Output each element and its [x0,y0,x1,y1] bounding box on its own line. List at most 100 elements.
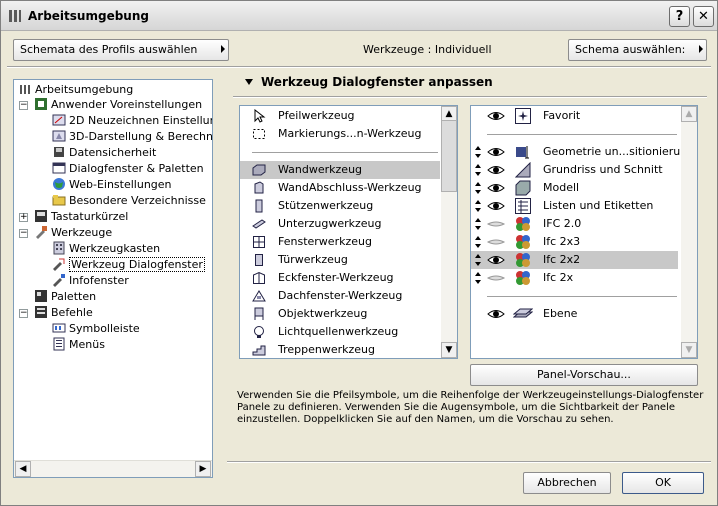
panel-item-floorplan[interactable]: Grundriss und Schnitt [471,161,678,179]
panel-item-ifc-20[interactable]: IFC 2.0 [471,215,678,233]
object-icon [252,307,266,321]
panel-item-layer[interactable]: Ebene [471,305,678,323]
eye-icon[interactable] [487,164,505,176]
collapse-toggle[interactable]: − [19,101,28,110]
tree-item-data-safety[interactable]: Datensicherheit [52,145,156,161]
panel-list[interactable]: Favorit Geometrie un...sitionierung Grun… [470,105,698,359]
panel-item-geometry[interactable]: Geometrie un...sitionierung [471,143,694,161]
help-button[interactable]: ? [669,6,690,27]
reorder-arrows-icon[interactable] [474,199,482,213]
reorder-arrows-icon[interactable] [474,163,482,177]
tool-list[interactable]: Pfeilwerkzeug Markierungs...n-Werkzeug W… [239,105,458,359]
reorder-arrows-icon[interactable] [474,145,482,159]
keyboard-icon [34,209,48,223]
collapse-toggle[interactable]: − [19,229,28,238]
close-button[interactable]: ✕ [693,6,714,27]
tool-item-wall-end[interactable]: WandAbschluss-Werkzeug [240,179,440,197]
palette-icon [34,289,48,303]
tree-item-shortcuts[interactable]: Tastaturkürzel [34,209,128,225]
tool-item-marquee[interactable]: Markierungs...n-Werkzeug [240,125,440,143]
tool-item-wall[interactable]: Wandwerkzeug [240,161,440,179]
divider [227,461,711,463]
globe-icon [52,177,66,191]
reorder-arrows-icon[interactable] [474,181,482,195]
tree-item-info[interactable]: Infofenster [52,273,129,289]
panel-item-ifc-2x[interactable]: Ifc 2x [471,269,678,287]
eye-closed-icon[interactable] [486,272,506,284]
eye-icon[interactable] [487,200,505,212]
tree-item-toolbox[interactable]: Werkzeugkasten [52,241,160,257]
eye-icon[interactable] [487,110,505,122]
tree-item-tools[interactable]: Werkzeuge [34,225,112,241]
tool-item-object[interactable]: Objektwerkzeug [240,305,440,323]
tool-item-column[interactable]: Stützenwerkzeug [240,197,440,215]
folder-icon [52,193,66,207]
tool-item-corner-window[interactable]: Eckfenster-Werkzeug [240,269,440,287]
tree-item-dialogs[interactable]: Dialogfenster & Paletten [52,161,204,177]
scroll-down-button[interactable]: ▼ [681,342,697,358]
tool-item-stair[interactable]: Treppenwerkzeug [240,341,440,358]
tool-dialog-icon [52,257,66,271]
panel-item-ifc-2x2[interactable]: Ifc 2x2 [471,251,678,269]
panel-item-favorite[interactable]: Favorit [471,107,678,125]
tool-item-arrow[interactable]: Pfeilwerkzeug [240,107,440,125]
eye-icon[interactable] [487,182,505,194]
tool-item-beam[interactable]: Unterzugwerkzeug [240,215,440,233]
reorder-arrows-icon[interactable] [474,235,482,249]
chevron-right-icon [699,45,703,53]
tool-item-door[interactable]: Türwerkzeug [240,251,440,269]
section-header[interactable]: Werkzeug Dialogfenster anpassen [231,71,707,95]
tree-item-toolbar[interactable]: Symbolleiste [52,321,140,337]
tree-item-workspace[interactable]: Arbeitsumgebung [18,82,133,98]
cancel-button[interactable]: Abbrechen [523,472,611,494]
schema-profile-label: Schemata des Profils auswählen [20,43,198,56]
floorplan-icon [514,161,531,178]
settings-tree[interactable]: Arbeitsumgebung − Anwender Voreinstellun… [13,79,213,478]
ok-button[interactable]: OK [622,472,704,494]
tree-item-redraw[interactable]: 2D Neuzeichnen Einstellungen [52,113,212,129]
reorder-arrows-icon[interactable] [474,253,482,267]
menu-icon [52,337,66,351]
tree-item-folders[interactable]: Besondere Verzeichnisse [52,193,206,209]
tree-item-3d[interactable]: 3D-Darstellung & Berechnung [52,129,212,145]
panel-item-ifc-2x3[interactable]: Ifc 2x3 [471,233,678,251]
tree-item-palettes[interactable]: Paletten [34,289,96,305]
panel-item-model[interactable]: Modell [471,179,678,197]
eye-icon[interactable] [487,254,505,266]
eye-closed-icon[interactable] [486,236,506,248]
tree-item-user-prefs[interactable]: Anwender Voreinstellungen [34,97,202,113]
info-icon [52,273,66,287]
scroll-up-button[interactable]: ▲ [681,106,697,122]
divider [487,296,677,297]
reorder-arrows-icon[interactable] [474,217,482,231]
tree-item-menus[interactable]: Menüs [52,337,105,353]
collapse-toggle[interactable]: − [19,309,28,318]
scroll-right-button[interactable]: ▶ [195,461,211,477]
tool-list-scrollbar[interactable]: ▲ ▼ [441,106,457,358]
workspace-icon [18,82,32,96]
tool-item-window[interactable]: Fensterwerkzeug [240,233,440,251]
schema-profile-button[interactable]: Schemata des Profils auswählen [13,39,229,61]
eye-closed-icon[interactable] [486,218,506,230]
scroll-thumb[interactable] [441,120,457,192]
user-prefs-icon [34,97,48,111]
skylight-icon [252,289,266,303]
panel-list-scrollbar[interactable]: ▲ ▼ [681,106,697,358]
expand-toggle[interactable]: + [19,213,28,222]
commands-icon [34,305,48,319]
panel-preview-button[interactable]: Panel-Vorschau... [470,364,698,386]
tree-item-commands[interactable]: Befehle [34,305,93,321]
stair-icon [252,343,266,357]
tree-horizontal-scrollbar[interactable]: ◀ ▶ [14,460,212,477]
eye-icon[interactable] [487,146,505,158]
tool-item-skylight[interactable]: Dachfenster-Werkzeug [240,287,440,305]
schema-select-button[interactable]: Schema auswählen: [568,39,707,61]
panel-item-lists[interactable]: Listen und Etiketten [471,197,678,215]
tree-item-tool-dialog[interactable]: Werkzeug Dialogfenster [52,257,205,273]
scroll-down-button[interactable]: ▼ [441,342,457,358]
scroll-left-button[interactable]: ◀ [15,461,31,477]
reorder-arrows-icon[interactable] [474,271,482,285]
eye-icon[interactable] [487,308,505,320]
tool-item-lamp[interactable]: Lichtquellenwerkzeug [240,323,440,341]
tree-item-web[interactable]: Web-Einstellungen [52,177,172,193]
